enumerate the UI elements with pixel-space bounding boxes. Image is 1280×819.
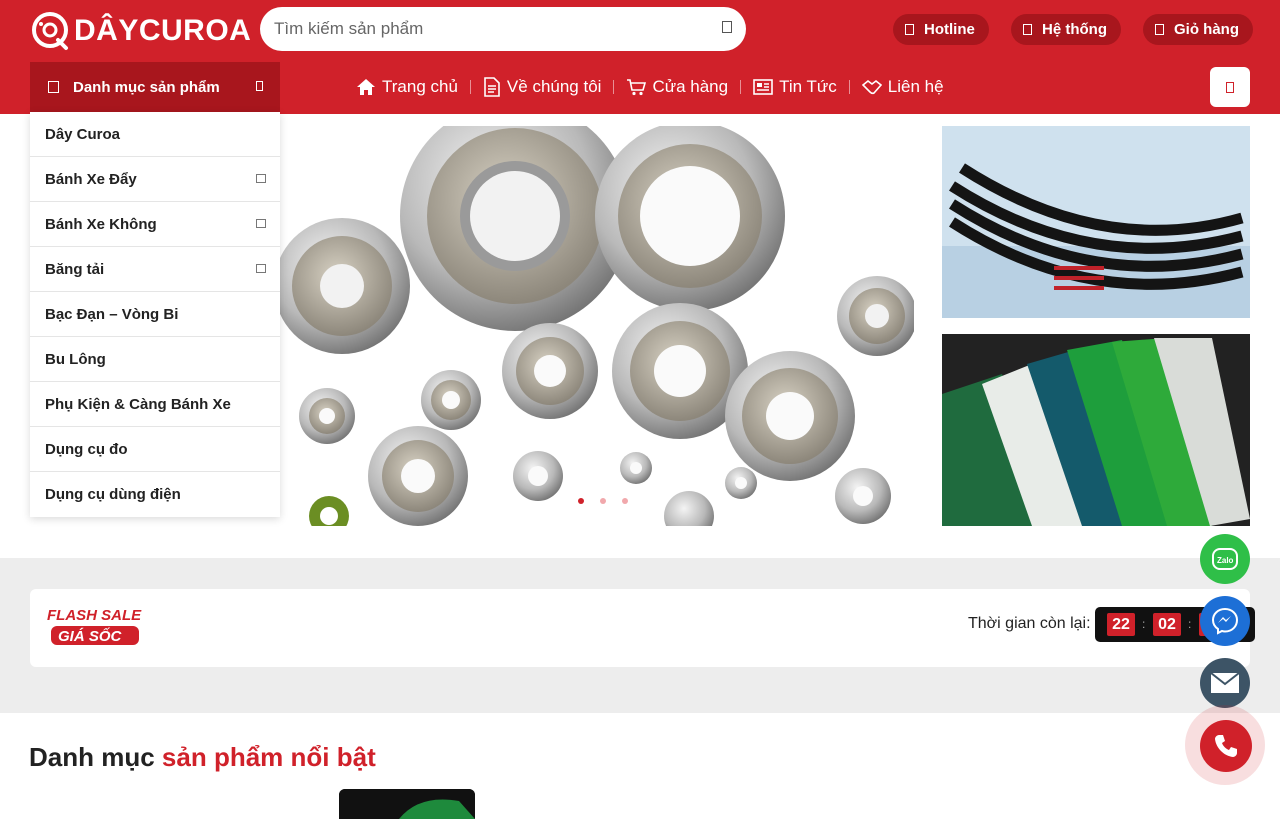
slider-pagination: [578, 498, 628, 504]
category-label: Phụ Kiện & Càng Bánh Xe: [45, 395, 231, 413]
expand-icon[interactable]: [256, 219, 266, 228]
hero-slider-image[interactable]: [280, 126, 914, 526]
category-menu-toggle[interactable]: Danh mục sản phẩm: [30, 62, 280, 112]
category-item[interactable]: Dụng cụ đo: [30, 427, 280, 472]
countdown-hours: 22: [1107, 613, 1135, 636]
store-icon: [1023, 24, 1032, 35]
featured-categories-title: Danh mục sản phẩm nổi bật: [29, 742, 376, 773]
category-label: Bạc Đạn – Vòng Bi: [45, 305, 179, 323]
main-menu: Trang chủ Về chúng tôi Cửa hàng Tin Tức …: [356, 62, 944, 112]
nav-item-contact[interactable]: Liên hệ: [861, 77, 944, 97]
nav-item-store[interactable]: Cửa hàng: [626, 77, 728, 97]
category-item[interactable]: Phụ Kiện & Càng Bánh Xe: [30, 382, 280, 427]
category-item[interactable]: Băng tải: [30, 247, 280, 292]
category-label: Dụng cụ đo: [45, 440, 128, 458]
conveyor-samples-illustration: [942, 334, 1250, 526]
nav-item-label: Về chúng tôi: [506, 77, 602, 96]
messenger-icon: [1211, 607, 1239, 635]
category-label: Dây Curoa: [45, 125, 121, 143]
nav-divider: [469, 80, 471, 94]
category-label: Bánh Xe Không: [45, 215, 157, 233]
category-item[interactable]: Dây Curoa: [30, 112, 280, 157]
flash-sale-line2: GIÁ SỐC: [58, 627, 123, 645]
nav-divider: [613, 80, 615, 94]
phone-icon: [905, 24, 914, 35]
cart-label: Giỏ hàng: [1174, 21, 1239, 38]
category-item[interactable]: Dụng cụ dùng điện: [30, 472, 280, 517]
nav-item-label: Trang chủ: [382, 77, 458, 96]
category-item[interactable]: Bạc Đạn – Vòng Bi: [30, 292, 280, 337]
system-button[interactable]: Hệ thống: [1011, 14, 1121, 45]
category-item[interactable]: Bánh Xe Đẩy: [30, 157, 280, 202]
flash-sale-logo: FLASH SALE GIÁ SỐC: [45, 603, 145, 647]
nav-item-label: Tin Tức: [779, 77, 837, 96]
countdown-minutes: 02: [1153, 613, 1181, 636]
hotline-label: Hotline: [924, 21, 975, 38]
expand-icon[interactable]: [256, 264, 266, 273]
mini-cart-button[interactable]: [1210, 67, 1250, 107]
logo-text: DÂYCUROA: [74, 14, 252, 47]
vbelt-illustration: [942, 126, 1250, 318]
handshake-icon: [861, 79, 882, 95]
nav-divider: [848, 80, 850, 94]
document-icon: [484, 77, 500, 97]
home-icon: [357, 79, 375, 95]
slider-dot[interactable]: [578, 498, 584, 504]
nav-item-label: Liên hệ: [887, 77, 944, 96]
flash-sale-line1: FLASH SALE: [47, 607, 142, 624]
conveyor-belt-banner-image[interactable]: [942, 334, 1250, 526]
call-button[interactable]: [1200, 720, 1252, 772]
nav-item-home[interactable]: Trang chủ: [356, 77, 458, 97]
nav-item-news[interactable]: Tin Tức: [753, 77, 837, 97]
phone-icon: [1215, 735, 1237, 757]
email-button[interactable]: [1200, 658, 1250, 708]
zalo-icon: Zalo: [1212, 548, 1238, 570]
search-box[interactable]: [260, 7, 746, 51]
nav-item-about[interactable]: Về chúng tôi: [483, 77, 602, 97]
category-thumbnail[interactable]: [339, 789, 475, 819]
menu-icon: [48, 81, 59, 93]
countdown-label: Thời gian còn lại:: [968, 615, 1091, 632]
category-item[interactable]: Bánh Xe Không: [30, 202, 280, 247]
chevron-icon: [256, 81, 263, 91]
system-label: Hệ thống: [1042, 21, 1107, 38]
category-label: Bu Lông: [45, 350, 106, 368]
category-item[interactable]: Bu Lông: [30, 337, 280, 382]
search-icon[interactable]: [722, 21, 732, 33]
vbelt-banner-image[interactable]: [942, 126, 1250, 318]
category-list: Dây Curoa Bánh Xe Đẩy Bánh Xe Không Băng…: [30, 112, 280, 517]
search-input[interactable]: [274, 7, 704, 51]
cart-icon: [1226, 82, 1234, 93]
mail-icon: [1210, 672, 1240, 693]
section-title-plain: Danh mục: [29, 742, 155, 772]
category-label: Dụng cụ dùng điện: [45, 486, 181, 503]
nav-divider: [740, 80, 742, 94]
expand-icon[interactable]: [256, 174, 266, 183]
logo-mark-icon: [32, 12, 68, 50]
category-label: Bánh Xe Đẩy: [45, 170, 137, 188]
bearings-illustration: [280, 126, 914, 526]
newspaper-icon: [753, 79, 773, 95]
cart-button[interactable]: Giỏ hàng: [1143, 14, 1253, 45]
slider-dot[interactable]: [622, 498, 628, 504]
section-title-accent: sản phẩm nổi bật: [161, 742, 376, 772]
cart-icon: [1155, 24, 1164, 35]
shopping-cart-icon: [627, 79, 647, 96]
nav-item-label: Cửa hàng: [652, 77, 729, 96]
messenger-button[interactable]: [1200, 596, 1250, 646]
slider-dot[interactable]: [600, 498, 606, 504]
hotline-button[interactable]: Hotline: [893, 14, 989, 45]
zalo-button[interactable]: Zalo: [1200, 534, 1250, 584]
category-menu-title: Danh mục sản phẩm: [73, 78, 220, 96]
site-logo[interactable]: DÂYCUROA: [30, 8, 251, 54]
category-label: Băng tải: [45, 260, 105, 278]
zalo-label: Zalo: [1217, 556, 1234, 565]
